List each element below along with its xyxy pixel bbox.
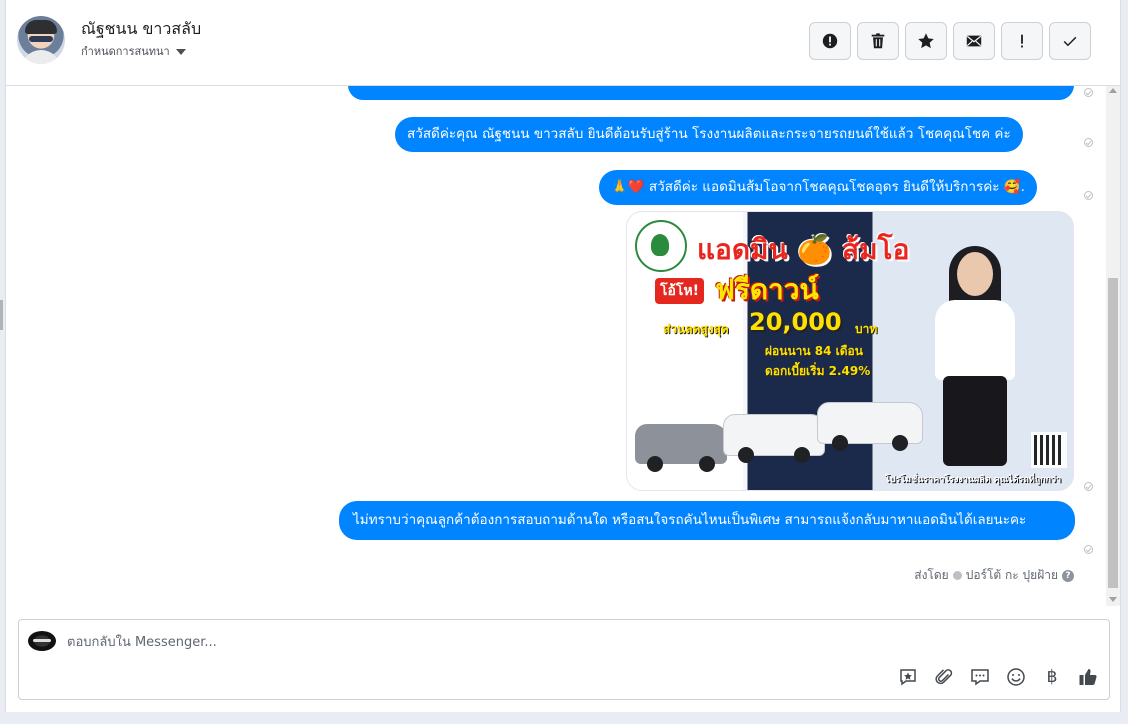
mark-spam-button[interactable] bbox=[809, 22, 851, 60]
conversation-header: ณัฐชนน ขาวสลับ กำหนดการสนทนา bbox=[6, 0, 1120, 86]
envelope-icon bbox=[966, 35, 982, 47]
reply-composer: ฿ bbox=[18, 619, 1110, 700]
paperclip-icon bbox=[935, 669, 953, 685]
exclamation-icon bbox=[1021, 34, 1023, 48]
checkmark-icon bbox=[1063, 36, 1077, 47]
like-button[interactable] bbox=[1077, 666, 1099, 688]
seen-indicator-icon bbox=[1084, 138, 1093, 147]
seen-indicator-icon bbox=[1084, 545, 1093, 554]
emoji-button[interactable] bbox=[1005, 666, 1027, 688]
sent-by-info: ส่งโดย ปอร์โต้ กะ ปุยฝ้าย ? bbox=[914, 566, 1074, 585]
scrollbar-thumb[interactable] bbox=[1108, 278, 1118, 588]
chat-bubbles-icon bbox=[971, 669, 989, 686]
sent-by-label: ส่งโดย bbox=[914, 568, 949, 582]
seen-indicator-icon bbox=[1084, 482, 1093, 491]
promo-amount: 20,000 bbox=[749, 308, 842, 336]
window-edge-handle bbox=[0, 300, 3, 330]
payment-button[interactable]: ฿ bbox=[1041, 666, 1063, 688]
saved-reply-button[interactable] bbox=[897, 666, 919, 688]
caret-down-icon bbox=[175, 49, 186, 55]
reply-input[interactable] bbox=[65, 630, 669, 654]
promo-interest: ดอกเบี้ยเริ่ม 2.49% bbox=[765, 364, 871, 378]
promo-car-pickup bbox=[723, 414, 825, 463]
trash-icon bbox=[871, 33, 885, 49]
alert-circle-icon bbox=[822, 33, 838, 49]
promo-footer: โปรโมชั่นราคาโรงงานผลิต คุณได้รถที่ถูกกว… bbox=[885, 475, 1062, 485]
mark-done-button[interactable] bbox=[1049, 22, 1091, 60]
thread-scrollbar[interactable] bbox=[1106, 86, 1120, 606]
conversation-actions bbox=[809, 22, 1091, 60]
help-icon[interactable]: ? bbox=[1062, 569, 1074, 582]
message-thread[interactable]: สวัสดีค่ะคุณ ณัฐชนน ขาวสลับ ยินดีต้อนรับ… bbox=[6, 86, 1106, 606]
star-icon bbox=[918, 33, 934, 49]
composer-toolbar: ฿ bbox=[897, 666, 1099, 688]
promo-badge: โอ้โห! bbox=[655, 278, 705, 304]
message-bubble[interactable]: สวัสดีค่ะคุณ ณัฐชนน ขาวสลับ ยินดีต้อนรับ… bbox=[395, 117, 1023, 152]
mark-unread-button[interactable] bbox=[953, 22, 995, 60]
promo-title: แอดมิน 🍊 ส้มโอ bbox=[697, 233, 910, 266]
promo-image-message[interactable]: แอดมิน 🍊 ส้มโอ โอ้โห! ฟรีดาวน์ ส่วนลดสูง… bbox=[626, 211, 1074, 491]
promo-car-pickup-cage bbox=[817, 402, 923, 451]
delete-button[interactable] bbox=[857, 22, 899, 60]
scroll-down-arrow-icon[interactable] bbox=[1109, 597, 1117, 602]
thumbs-up-icon bbox=[1079, 669, 1097, 685]
page-avatar bbox=[28, 631, 56, 651]
seen-indicator-icon bbox=[1084, 88, 1093, 97]
promo-free-down: ฟรีดาวน์ bbox=[715, 273, 819, 306]
message-bubble[interactable]: 🙏❤️ สวัสดีค่ะ แอดมินส้มโอจากโชคคุณโชคอุด… bbox=[599, 170, 1037, 205]
quick-replies-button[interactable] bbox=[969, 666, 991, 688]
contact-avatar[interactable] bbox=[17, 16, 65, 64]
qr-code bbox=[1031, 432, 1067, 468]
message-bubble-partial[interactable] bbox=[348, 86, 1074, 100]
scroll-up-arrow-icon[interactable] bbox=[1109, 88, 1117, 93]
important-button[interactable] bbox=[1001, 22, 1043, 60]
seen-indicator-icon bbox=[1084, 191, 1093, 200]
saved-reply-icon bbox=[900, 669, 916, 686]
promo-installment: ผ่อนนาน 84 เดือน bbox=[765, 344, 863, 358]
promo-car-sedan bbox=[635, 424, 727, 472]
baht-icon: ฿ bbox=[1046, 667, 1058, 687]
star-button[interactable] bbox=[905, 22, 947, 60]
promo-currency: บาท bbox=[855, 322, 878, 336]
dealer-logo bbox=[635, 220, 687, 272]
conversation-window: ณัฐชนน ขาวสลับ กำหนดการสนทนา สวัสดีค่ะคุ… bbox=[5, 0, 1121, 712]
smiley-icon bbox=[1007, 668, 1025, 686]
verified-check-icon bbox=[952, 571, 962, 580]
contact-name[interactable]: ณัฐชนน ขาวสลับ bbox=[81, 17, 201, 42]
sent-by-name[interactable]: ปอร์โต้ กะ ปุยฝ้าย bbox=[966, 566, 1058, 585]
conversation-status-dropdown[interactable]: กำหนดการสนทนา bbox=[81, 42, 186, 60]
attach-button[interactable] bbox=[933, 666, 955, 688]
message-bubble[interactable]: ไม่ทราบว่าคุณลูกค้าต้องการสอบถามด้านใด ห… bbox=[339, 501, 1075, 540]
promo-model-figure bbox=[927, 242, 1023, 482]
promo-discount-label: ส่วนลดสูงสุด bbox=[663, 322, 729, 336]
status-dropdown-label: กำหนดการสนทนา bbox=[81, 45, 170, 58]
